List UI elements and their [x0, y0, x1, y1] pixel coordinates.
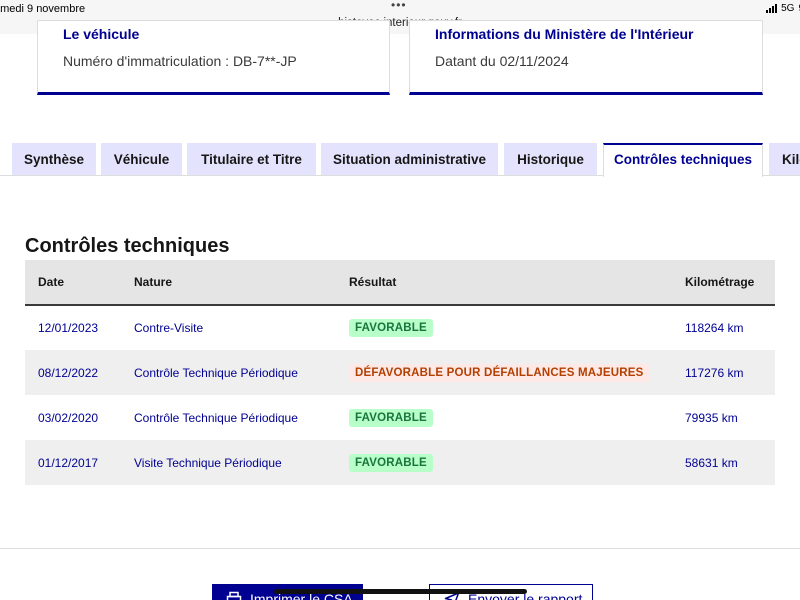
row-result-cell: DÉFAVORABLE POUR DÉFAILLANCES MAJEURES — [336, 350, 672, 395]
network-type: 5G — [781, 3, 795, 14]
tab-kilometrage[interactable]: Kilo — [769, 143, 800, 176]
tab-historique[interactable]: Historique — [504, 143, 597, 176]
tab-situation-administrative[interactable]: Situation administrative — [321, 143, 498, 176]
row-nature: Contrôle Technique Périodique — [134, 410, 298, 425]
row-date: 01/12/2017 — [25, 440, 121, 485]
data-date: Datant du 02/11/2024 — [435, 53, 569, 69]
column-header-mileage: Kilométrage — [672, 260, 775, 306]
row-date: 03/02/2020 — [38, 410, 99, 425]
row-mileage: 79935 km — [685, 410, 738, 425]
table-row: 08/12/2022 Contrôle Technique Périodique… — [25, 350, 775, 395]
table-row: 12/01/2023 Contre-Visite FAVORABLE 11826… — [25, 305, 775, 350]
row-result-cell: FAVORABLE — [336, 440, 672, 485]
tab-synthese[interactable]: Synthèse — [12, 143, 96, 176]
ministry-card-title: Informations du Ministère de l'Intérieur — [435, 26, 694, 42]
ministry-card: Informations du Ministère de l'Intérieur… — [409, 20, 763, 95]
status-indicators: 5G 9 — [766, 3, 800, 14]
column-header-result: Résultat — [336, 260, 672, 306]
status-time: amedi 9 novembre — [0, 3, 86, 15]
home-indicator[interactable] — [274, 589, 527, 594]
result-badge: FAVORABLE — [349, 408, 433, 427]
registration-number: Numéro d'immatriculation : DB-7**-JP — [63, 53, 297, 69]
row-result-cell: FAVORABLE — [336, 305, 672, 350]
row-nature: Visite Technique Périodique — [121, 440, 336, 485]
row-nature: Contrôle Technique Périodique — [121, 350, 336, 395]
row-mileage: 58631 km — [672, 440, 775, 485]
technical-inspections-table: Date Nature Résultat Kilométrage 12/01/2… — [25, 260, 775, 485]
row-mileage: 118264 km — [685, 321, 744, 335]
result-badge: DÉFAVORABLE POUR DÉFAILLANCES MAJEURES — [349, 363, 650, 382]
row-date: 12/01/2023 — [38, 321, 99, 335]
tab-bar: Synthèse Véhicule Titulaire et Titre Sit… — [0, 143, 800, 177]
result-badge: FAVORABLE — [349, 319, 433, 337]
signal-icon — [766, 4, 778, 13]
more-dots-icon[interactable]: ••• — [391, 0, 407, 12]
section-title: Contrôles techniques — [25, 235, 230, 257]
tab-vehicule[interactable]: Véhicule — [101, 143, 182, 176]
row-result-cell: FAVORABLE — [336, 395, 672, 440]
table-header-row: Date Nature Résultat Kilométrage — [25, 260, 775, 306]
table-row: 01/12/2017 Visite Technique Périodique F… — [25, 440, 775, 485]
result-badge: FAVORABLE — [349, 453, 433, 472]
vehicle-card-title: Le véhicule — [63, 26, 140, 42]
tab-controles-techniques[interactable]: Contrôles techniques — [603, 143, 763, 177]
printer-icon — [226, 591, 242, 600]
column-header-nature: Nature — [121, 260, 336, 306]
table-row: 03/02/2020 Contrôle Technique Périodique… — [25, 395, 775, 440]
column-header-date: Date — [25, 260, 121, 306]
row-nature: Contre-Visite — [134, 321, 204, 335]
vehicle-card: Le véhicule Numéro d'immatriculation : D… — [37, 20, 390, 95]
tab-titulaire-titre[interactable]: Titulaire et Titre — [187, 143, 316, 176]
row-date: 08/12/2022 — [25, 350, 121, 395]
row-mileage: 117276 km — [672, 350, 775, 395]
